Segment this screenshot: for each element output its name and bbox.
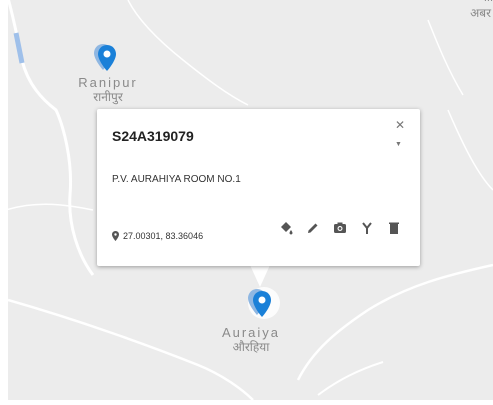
- map-marker-icon: [248, 287, 280, 319]
- camera-icon[interactable]: [333, 221, 347, 235]
- coordinates-text: 27.00301, 83.36046: [123, 231, 204, 241]
- popup-toolbar: [279, 221, 401, 235]
- place-label-auraiya: Auraiya औरहिया: [211, 325, 291, 355]
- place-name-hi: रानीपुर: [93, 90, 123, 104]
- map-marker-icon: [94, 44, 116, 71]
- popup-tail: [250, 265, 270, 287]
- river-segment: [13, 32, 25, 64]
- popup-title: S24A319079: [112, 128, 194, 144]
- popup-controls: ✕ ▼: [393, 119, 407, 151]
- corner-place-label: ... अबर: [428, 0, 493, 20]
- info-popup: S24A319079 ✕ ▼ P.V. AURAHIYA ROOM NO.1 2…: [97, 109, 420, 266]
- pin-icon: [112, 231, 119, 241]
- fork-icon[interactable]: [360, 221, 374, 235]
- popup-coordinates: 27.00301, 83.36046: [112, 231, 203, 241]
- map-marker-auraiya[interactable]: [242, 283, 282, 328]
- place-name-en: Auraiya: [221, 325, 281, 340]
- place-name-hi: औरहिया: [232, 340, 270, 354]
- close-icon[interactable]: ✕: [395, 119, 405, 131]
- corner-label-line2: अबर: [470, 6, 491, 20]
- pencil-icon[interactable]: [306, 221, 320, 235]
- map-marker-ranipur[interactable]: [93, 42, 119, 79]
- trash-icon[interactable]: [387, 221, 401, 235]
- place-label-ranipur: Ranipur रानीपुर: [76, 75, 140, 105]
- paint-bucket-icon[interactable]: [279, 221, 293, 235]
- popup-address: P.V. AURAHIYA ROOM NO.1: [112, 174, 241, 185]
- collapse-arrow-icon[interactable]: ▼: [395, 141, 402, 148]
- place-name-en: Ranipur: [78, 75, 138, 90]
